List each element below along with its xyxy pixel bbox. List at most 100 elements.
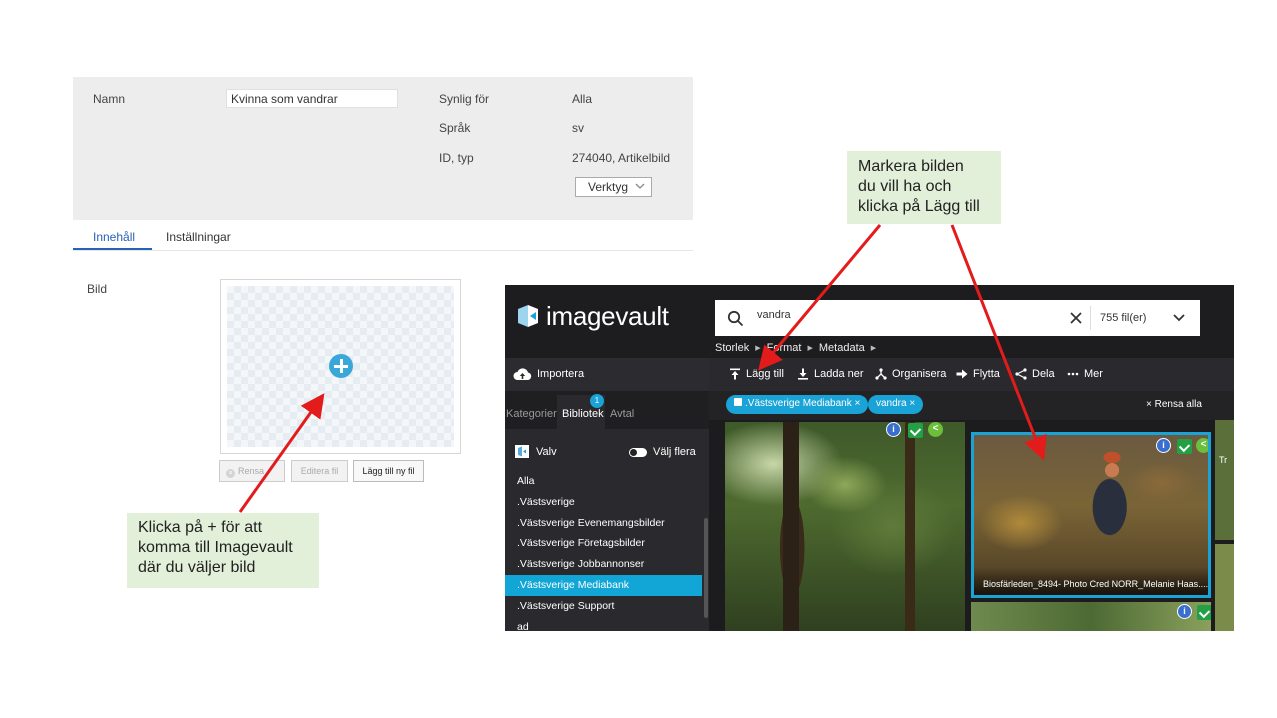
language-label: Språk: [439, 121, 471, 135]
add-new-file-button[interactable]: Lägg till ny fil: [353, 460, 424, 482]
imagevault-logo-text: imagevault: [546, 300, 669, 331]
image-drop-area[interactable]: [220, 279, 461, 454]
id-type-label: ID, typ: [439, 151, 474, 165]
arrow-right-icon: [956, 369, 968, 379]
instruction-callout-right: Markera bilden du vill ha och klicka på …: [847, 151, 1001, 224]
move-button[interactable]: Flytta: [956, 368, 1000, 380]
tools-dropdown[interactable]: Verktyg: [575, 177, 652, 197]
image-tile-side[interactable]: [1215, 544, 1234, 631]
clear-image-label: Rensa: [238, 466, 265, 476]
image-grid: Biosfärleden_8494- Photo Cred NORR_Melan…: [709, 420, 1234, 631]
imagevault-window: imagevault 755 fil(er) Storlek ▶ Format ▶ …: [505, 285, 1234, 631]
visible-for-value: Alla: [572, 92, 593, 106]
image-tile-forest[interactable]: [725, 422, 965, 631]
chip-close-icon[interactable]: ×: [855, 398, 861, 409]
chip-library-icon: [734, 398, 742, 406]
clear-image-button[interactable]: × Rensa: [219, 460, 285, 482]
edit-file-button[interactable]: Editera fil: [291, 460, 348, 482]
name-input[interactable]: [226, 89, 398, 108]
share-button-label: Dela: [1032, 368, 1055, 380]
callout-right-line: Markera bilden: [858, 158, 964, 175]
info-icon[interactable]: [886, 422, 901, 437]
add-new-file-label: Lägg till ny fil: [362, 466, 415, 476]
search-input[interactable]: [757, 309, 1057, 321]
tools-dropdown-label: Verktyg: [588, 180, 629, 194]
download-button[interactable]: Ladda ner: [797, 368, 864, 380]
import-button[interactable]: Importera: [505, 358, 709, 391]
imagevault-topbar: imagevault 755 fil(er) Storlek ▶ Format ▶ …: [505, 285, 1234, 358]
image-tile-side[interactable]: Tr: [1215, 420, 1234, 540]
tab-settings[interactable]: Inställningar: [166, 230, 231, 244]
clear-search-icon[interactable]: [1069, 311, 1083, 325]
checkbox-icon[interactable]: [1177, 439, 1192, 454]
library-item[interactable]: .Västsverige Evenemangsbilder: [505, 513, 702, 534]
add-image-plus-button[interactable]: [329, 354, 353, 378]
cms-tabs: Innehåll Inställningar: [73, 220, 693, 251]
vault-icon: [515, 445, 529, 458]
tab-agreements[interactable]: Avtal: [610, 408, 634, 420]
more-dots-icon: [1067, 372, 1079, 376]
tab-content[interactable]: Innehåll: [93, 230, 135, 244]
library-item[interactable]: .Västsverige: [505, 492, 702, 513]
tab-library[interactable]: Bibliotek: [562, 408, 604, 420]
library-item[interactable]: .Västsverige Support: [505, 596, 702, 617]
chevron-down-icon: [635, 183, 645, 189]
info-icon[interactable]: [1156, 438, 1171, 453]
add-button-label: Lägg till: [746, 368, 784, 380]
filter-metadata[interactable]: Metadata: [819, 342, 865, 354]
callout-left-line: komma till Imagevault: [138, 539, 293, 556]
organize-button[interactable]: Organisera: [875, 368, 946, 380]
more-button[interactable]: Mer: [1067, 368, 1103, 380]
callout-right-line: klicka på Lägg till: [858, 198, 980, 215]
chevron-down-icon[interactable]: [1172, 312, 1186, 324]
select-multiple-label: Välj flera: [653, 446, 696, 458]
share-button[interactable]: Dela: [1015, 368, 1055, 380]
share-icon[interactable]: [1196, 438, 1208, 453]
clear-all-label: Rensa alla: [1154, 399, 1202, 410]
callout-left-line: där du väljer bild: [138, 559, 256, 576]
filter-chip-mediabank[interactable]: .Västsverige Mediabank ×: [726, 395, 869, 414]
image-tile-bottom[interactable]: [971, 602, 1211, 631]
filter-chip-search[interactable]: vandra ×: [868, 395, 924, 414]
library-item[interactable]: Alla: [505, 471, 702, 492]
filter-format[interactable]: Format: [767, 342, 802, 354]
filter-bar: Storlek ▶ Format ▶ Metadata ▶: [715, 342, 876, 354]
share-icon: [1015, 368, 1027, 380]
organize-button-label: Organisera: [892, 368, 947, 380]
checkbox-icon[interactable]: [908, 423, 923, 438]
file-count: 755 fil(er): [1100, 312, 1147, 324]
select-multiple-toggle[interactable]: [629, 448, 647, 457]
library-item-selected[interactable]: .Västsverige Mediabank: [505, 574, 702, 596]
chip-close-icon[interactable]: ×: [909, 398, 915, 409]
caret-right-icon: ▶: [870, 345, 877, 352]
imagevault-main: Lägg till Ladda ner Organisera Flytta De…: [709, 358, 1234, 631]
upload-arrow-icon: [730, 368, 740, 380]
library-list: Alla .Västsverige .Västsverige Evenemang…: [505, 471, 702, 631]
tree-trunk: [783, 422, 799, 631]
search-icon: [727, 310, 744, 327]
tab-categories[interactable]: Kategorier: [506, 408, 557, 420]
download-icon: [798, 368, 808, 380]
checkbox-icon[interactable]: [1197, 605, 1211, 620]
image-caption-partial: Tr: [1219, 455, 1228, 465]
callout-left-line: Klicka på + för att: [138, 519, 263, 536]
library-count-badge: 1: [590, 394, 604, 408]
more-button-label: Mer: [1084, 368, 1103, 380]
filter-size[interactable]: Storlek: [715, 342, 749, 354]
sidebar-scrollbar[interactable]: [704, 518, 708, 618]
image-tile-selected[interactable]: Biosfärleden_8494- Photo Cred NORR_Melan…: [971, 432, 1211, 598]
imagevault-logo-icon: [518, 305, 538, 327]
share-icon[interactable]: [928, 422, 943, 437]
library-item[interactable]: ad: [505, 617, 702, 631]
library-item[interactable]: .Västsverige Företagsbilder: [505, 533, 702, 554]
search-bar: 755 fil(er): [715, 300, 1200, 336]
image-field-label: Bild: [87, 282, 108, 296]
info-icon[interactable]: [1177, 604, 1192, 619]
filter-chip-label: .Västsverige Mediabank: [745, 398, 852, 409]
add-button[interactable]: Lägg till: [729, 368, 784, 380]
import-label: Importera: [537, 368, 585, 380]
library-item[interactable]: .Västsverige Jobbannonser: [505, 554, 702, 575]
clear-all-button[interactable]: × Rensa alla: [1146, 399, 1202, 410]
clear-icon: ×: [226, 469, 235, 478]
download-button-label: Ladda ner: [814, 368, 864, 380]
